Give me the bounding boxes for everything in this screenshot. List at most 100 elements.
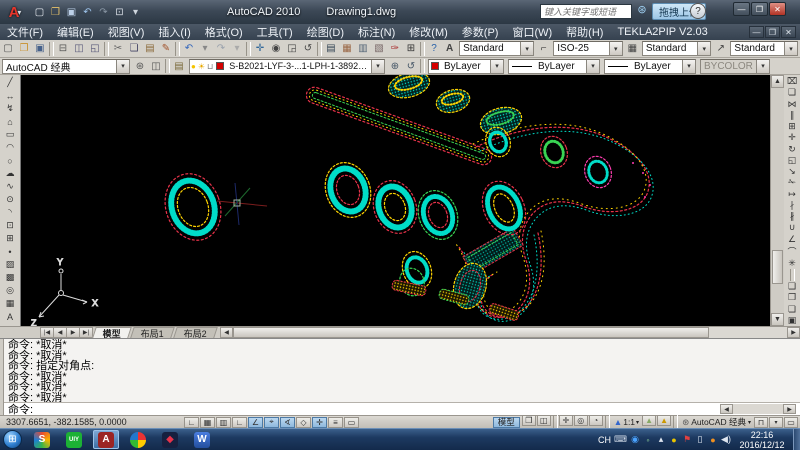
draworder-above-icon[interactable]: ❏ <box>784 304 800 315</box>
quickcalc-icon[interactable]: ⊞ <box>403 41 419 56</box>
workspace-save-icon[interactable]: ◫ <box>148 59 164 74</box>
communication-center-icon[interactable]: ⊛ <box>634 3 650 20</box>
pan-status-icon[interactable]: ✛ <box>559 415 573 426</box>
table-style-combo[interactable]: Standard ▾ <box>642 41 711 56</box>
menu-modify[interactable]: 修改(M) <box>402 24 455 40</box>
autocad-logo-icon[interactable]: A▾ <box>2 2 28 22</box>
rectangle-icon[interactable]: ▭ <box>2 128 18 141</box>
menu-format[interactable]: 格式(O) <box>198 24 250 40</box>
copy-clip-icon[interactable]: ❏ <box>126 41 142 56</box>
quick-view-layouts-icon[interactable]: ❒ <box>522 415 536 426</box>
table-icon[interactable]: ▦ <box>2 297 18 310</box>
annotation-scale-control[interactable]: ▲ 1:1 ▾ <box>611 417 642 427</box>
paste-icon[interactable]: ▤ <box>142 41 158 56</box>
markup-icon[interactable]: ✑ <box>387 41 403 56</box>
menu-parametric[interactable]: 参数(P) <box>455 24 506 40</box>
redo-icon[interactable]: ↷ <box>213 41 229 56</box>
workspace-combo[interactable]: AutoCAD 经典 ▾ <box>2 59 130 74</box>
annotation-visibility-icon[interactable]: ▲ <box>642 415 656 426</box>
antivirus-tray-icon[interactable]: ● <box>669 435 679 445</box>
explode-icon[interactable]: ✳ <box>784 258 800 269</box>
menu-edit[interactable]: 编辑(E) <box>50 24 101 40</box>
menu-tools[interactable]: 工具(T) <box>250 24 300 40</box>
match-properties-icon[interactable]: ✎ <box>158 41 174 56</box>
workspace-arrow-icon[interactable]: ▾ <box>116 60 129 73</box>
plot-icon[interactable]: ⊟ <box>55 41 71 56</box>
scroll-left-icon[interactable]: ◀ <box>220 327 233 338</box>
lwt-toggle[interactable]: ≡ <box>328 417 343 428</box>
offset-icon[interactable]: ∥ <box>784 110 800 121</box>
horizontal-scroll-track[interactable] <box>233 327 787 338</box>
taskbar-app-word[interactable]: W <box>189 430 215 449</box>
menu-tekla2pip[interactable]: TEKLA2PIP V2.03 <box>610 24 714 40</box>
close-button[interactable]: ✕ <box>769 2 786 16</box>
properties-icon[interactable]: ▤ <box>323 41 339 56</box>
vertical-scroll-track[interactable] <box>771 88 784 313</box>
help-icon[interactable]: ? <box>426 41 442 56</box>
move-icon[interactable]: ✛ <box>784 132 800 143</box>
dim-style-combo[interactable]: ISO-25 ▾ <box>553 41 622 56</box>
menu-window[interactable]: 窗口(W) <box>505 24 559 40</box>
action-center-icon[interactable]: ⚑ <box>682 434 692 445</box>
save-icon[interactable]: ▣ <box>32 41 48 56</box>
command-scroll-track[interactable] <box>733 404 783 414</box>
scroll-right-icon[interactable]: ▶ <box>787 327 800 338</box>
minimize-button[interactable]: — <box>733 2 750 16</box>
join-icon[interactable]: ∪ <box>784 222 800 233</box>
circle-icon[interactable]: ○ <box>2 154 18 167</box>
taskbar-app-video[interactable]: ◆ <box>157 430 183 449</box>
pan-icon[interactable]: ✛ <box>252 41 268 56</box>
hidden-icons-button[interactable]: ▴ <box>656 434 666 445</box>
erase-icon[interactable]: ⌧ <box>784 76 800 87</box>
command-scrollbar[interactable]: ◀ ▶ <box>720 404 796 414</box>
tab-next-button[interactable]: ▶ <box>66 327 80 338</box>
layer-combo[interactable]: ●☀⊔ S-B2021-LYF-3-...1-LPH-1-389242 ▾ <box>189 59 385 74</box>
horizontal-scroll-thumb[interactable] <box>233 327 709 338</box>
point-icon[interactable]: • <box>2 245 18 258</box>
mleader-style-combo[interactable]: Standard ▾ <box>730 41 798 56</box>
infocenter-help-button[interactable]: ? <box>690 3 706 19</box>
doc-restore-button[interactable]: ❐ <box>765 26 780 38</box>
auto-annotation-icon[interactable]: ▲ <box>657 415 671 426</box>
draworder-front-icon[interactable]: ❑ <box>784 281 800 292</box>
chamfer-icon[interactable]: ∠ <box>784 234 800 245</box>
text-style-icon[interactable]: A <box>442 41 457 56</box>
line-icon[interactable]: ╱ <box>2 76 18 89</box>
device-tray-icon[interactable]: ▯ <box>695 434 705 445</box>
mtext-icon[interactable]: A <box>2 310 18 323</box>
tab-layout2[interactable]: 布局2 <box>173 327 218 338</box>
table-style-icon[interactable]: ▦ <box>625 41 640 56</box>
scroll-up-icon[interactable]: ▲ <box>771 75 784 88</box>
trim-icon[interactable]: ✁ <box>784 177 800 188</box>
draworder-under-icon[interactable]: ▣ <box>784 315 800 326</box>
revision-cloud-icon[interactable]: ☁ <box>2 167 18 180</box>
infer-constraints-toggle[interactable]: ∟ <box>184 417 199 428</box>
polar-toggle[interactable]: ∠ <box>248 417 263 428</box>
designcenter-icon[interactable]: ▦ <box>339 41 355 56</box>
mleader-style-icon[interactable]: ↗ <box>713 41 728 56</box>
sheet-set-manager-icon[interactable]: ▧ <box>371 41 387 56</box>
lineweight-arrow-icon[interactable]: ▾ <box>682 60 695 73</box>
make-object-layer-current-icon[interactable]: ⊕ <box>387 59 403 74</box>
menu-help[interactable]: 帮助(H) <box>559 24 610 40</box>
workspace-settings-icon[interactable]: ⊛ <box>132 59 148 74</box>
command-scroll-right-icon[interactable]: ▶ <box>783 404 796 414</box>
insert-block-icon[interactable]: ⊡ <box>2 219 18 232</box>
tray-status-icon[interactable]: ◦ <box>643 435 653 445</box>
dim-style-arrow-icon[interactable]: ▾ <box>609 42 622 55</box>
zoom-realtime-icon[interactable]: ◉ <box>268 41 284 56</box>
show-desktop-button[interactable] <box>793 429 800 450</box>
quick-view-drawings-icon[interactable]: ◫ <box>537 415 551 426</box>
break-at-point-icon[interactable]: ∤ <box>784 200 800 211</box>
dyn-toggle[interactable]: ✛ <box>312 417 327 428</box>
stretch-icon[interactable]: ↘ <box>784 166 800 177</box>
volume-icon[interactable]: ◀) <box>721 434 731 445</box>
hatch-icon[interactable]: ▨ <box>2 258 18 271</box>
otrack-toggle[interactable]: ∢ <box>280 417 295 428</box>
polygon-icon[interactable]: ⌂ <box>2 115 18 128</box>
spline-icon[interactable]: ∿ <box>2 180 18 193</box>
lineweight-combo[interactable]: ByLayer ▾ <box>604 59 696 74</box>
arc-icon[interactable]: ◠ <box>2 141 18 154</box>
ortho-toggle[interactable]: ∟ <box>232 417 247 428</box>
vertical-scroll-thumb[interactable] <box>772 250 783 284</box>
